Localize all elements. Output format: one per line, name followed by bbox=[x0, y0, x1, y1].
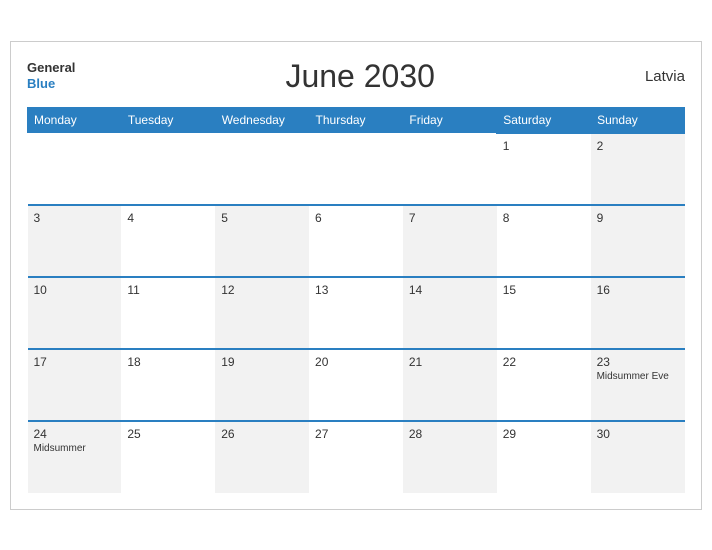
day-number: 13 bbox=[315, 283, 397, 297]
calendar-cell bbox=[28, 133, 122, 205]
day-number: 14 bbox=[409, 283, 491, 297]
calendar-cell: 15 bbox=[497, 277, 591, 349]
calendar-cell: 28 bbox=[403, 421, 497, 493]
calendar-week-row: 3456789 bbox=[28, 205, 685, 277]
calendar-cell: 8 bbox=[497, 205, 591, 277]
day-number: 5 bbox=[221, 211, 303, 225]
event-label: Midsummer Eve bbox=[597, 371, 679, 382]
calendar-cell: 19 bbox=[215, 349, 309, 421]
day-number: 27 bbox=[315, 427, 397, 441]
calendar-cell: 1 bbox=[497, 133, 591, 205]
day-number: 6 bbox=[315, 211, 397, 225]
event-label: Midsummer bbox=[34, 443, 116, 454]
calendar-cell: 26 bbox=[215, 421, 309, 493]
calendar-cell: 23 Midsummer Eve bbox=[591, 349, 685, 421]
day-number: 25 bbox=[127, 427, 209, 441]
logo-general-text: General bbox=[27, 60, 75, 76]
country-label: Latvia bbox=[645, 68, 685, 85]
calendar-cell: 29 bbox=[497, 421, 591, 493]
logo-blue-text: Blue bbox=[27, 76, 75, 92]
calendar-cell bbox=[403, 133, 497, 205]
day-number: 18 bbox=[127, 355, 209, 369]
calendar-week-row: 17 18 19 20 21 22 23 Midsummer Eve bbox=[28, 349, 685, 421]
weekday-header-row: MondayTuesdayWednesdayThursdayFridaySatu… bbox=[28, 107, 685, 133]
day-number: 3 bbox=[34, 211, 116, 225]
day-number: 12 bbox=[221, 283, 303, 297]
calendar-cell: 27 bbox=[309, 421, 403, 493]
day-number: 26 bbox=[221, 427, 303, 441]
weekday-header: Friday bbox=[403, 107, 497, 133]
calendar-week-row: 24 Midsummer 25 26 27 28 29 30 bbox=[28, 421, 685, 493]
day-number: 20 bbox=[315, 355, 397, 369]
calendar-cell: 3 bbox=[28, 205, 122, 277]
logo: General Blue bbox=[27, 60, 75, 91]
day-number: 30 bbox=[597, 427, 679, 441]
weekday-header: Saturday bbox=[497, 107, 591, 133]
weekday-header: Sunday bbox=[591, 107, 685, 133]
day-number: 28 bbox=[409, 427, 491, 441]
weekday-header: Wednesday bbox=[215, 107, 309, 133]
calendar-cell bbox=[121, 133, 215, 205]
calendar-cell: 9 bbox=[591, 205, 685, 277]
day-number: 19 bbox=[221, 355, 303, 369]
calendar-cell: 17 bbox=[28, 349, 122, 421]
calendar-cell: 6 bbox=[309, 205, 403, 277]
calendar-cell bbox=[215, 133, 309, 205]
calendar-grid: MondayTuesdayWednesdayThursdayFridaySatu… bbox=[27, 107, 685, 493]
calendar-cell: 21 bbox=[403, 349, 497, 421]
calendar-cell: 11 bbox=[121, 277, 215, 349]
calendar-cell: 13 bbox=[309, 277, 403, 349]
day-number: 9 bbox=[597, 211, 679, 225]
weekday-header: Tuesday bbox=[121, 107, 215, 133]
calendar-title: June 2030 bbox=[285, 58, 434, 95]
day-number: 11 bbox=[127, 283, 209, 297]
calendar-cell: 30 bbox=[591, 421, 685, 493]
day-number: 22 bbox=[503, 355, 585, 369]
calendar-header: General Blue June 2030 Latvia bbox=[27, 58, 685, 95]
day-number: 24 bbox=[34, 427, 116, 441]
day-number: 4 bbox=[127, 211, 209, 225]
day-number: 10 bbox=[34, 283, 116, 297]
calendar-cell: 22 bbox=[497, 349, 591, 421]
calendar-cell: 4 bbox=[121, 205, 215, 277]
day-number: 2 bbox=[597, 139, 679, 153]
day-number: 21 bbox=[409, 355, 491, 369]
calendar-cell: 7 bbox=[403, 205, 497, 277]
day-number: 15 bbox=[503, 283, 585, 297]
calendar-cell bbox=[309, 133, 403, 205]
day-number: 16 bbox=[597, 283, 679, 297]
day-number: 29 bbox=[503, 427, 585, 441]
calendar-cell: 25 bbox=[121, 421, 215, 493]
calendar-cell: 20 bbox=[309, 349, 403, 421]
weekday-header: Thursday bbox=[309, 107, 403, 133]
day-number: 17 bbox=[34, 355, 116, 369]
calendar-week-row: 12 bbox=[28, 133, 685, 205]
calendar-container: General Blue June 2030 Latvia MondayTues… bbox=[10, 41, 702, 510]
calendar-cell: 18 bbox=[121, 349, 215, 421]
calendar-cell: 10 bbox=[28, 277, 122, 349]
calendar-cell: 16 bbox=[591, 277, 685, 349]
calendar-cell: 5 bbox=[215, 205, 309, 277]
day-number: 1 bbox=[503, 139, 585, 153]
calendar-cell: 14 bbox=[403, 277, 497, 349]
day-number: 23 bbox=[597, 355, 679, 369]
weekday-header: Monday bbox=[28, 107, 122, 133]
calendar-cell: 12 bbox=[215, 277, 309, 349]
day-number: 7 bbox=[409, 211, 491, 225]
calendar-cell: 2 bbox=[591, 133, 685, 205]
day-number: 8 bbox=[503, 211, 585, 225]
calendar-week-row: 10 11 12 13 14 15 16 bbox=[28, 277, 685, 349]
calendar-cell: 24 Midsummer bbox=[28, 421, 122, 493]
